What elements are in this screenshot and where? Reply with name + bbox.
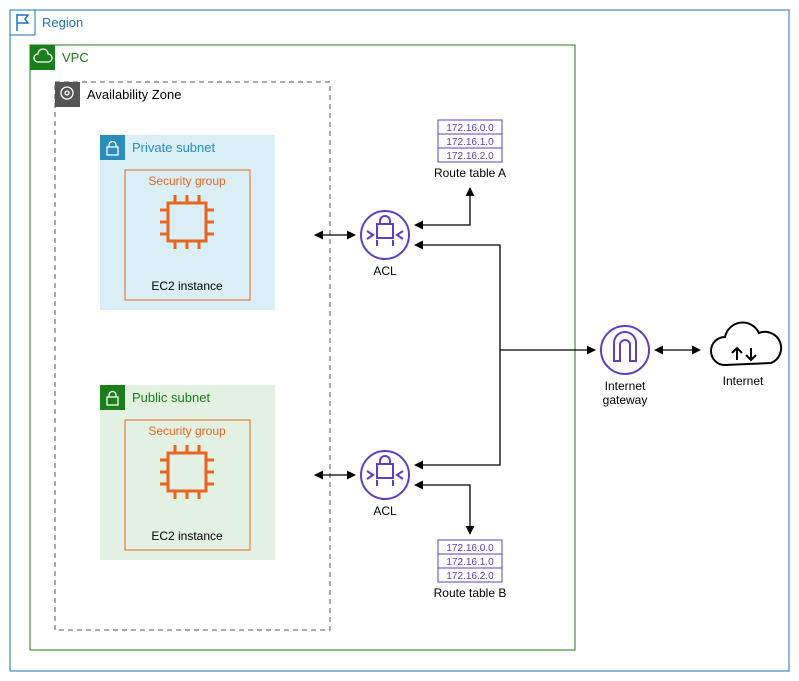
- route-table-a-label: Route table A: [434, 166, 506, 180]
- rta-entry-2: 172.16.2.0: [446, 151, 494, 162]
- region-box: Region: [10, 10, 789, 671]
- acl-bottom-label: ACL: [373, 504, 397, 518]
- private-subnet-label: Private subnet: [132, 140, 215, 155]
- igw-label-1: Internet: [605, 379, 646, 393]
- public-sg-label: Security group: [148, 424, 226, 438]
- rta-entry-1: 172.16.1.0: [446, 137, 494, 148]
- vpc-label: VPC: [62, 50, 89, 65]
- private-sg-label: Security group: [148, 174, 226, 188]
- internet-label: Internet: [723, 374, 764, 388]
- route-table-a: 172.16.0.0 172.16.1.0 172.16.2.0: [438, 120, 502, 162]
- route-table-b: 172.16.0.0 172.16.1.0 172.16.2.0: [438, 540, 502, 582]
- region-label: Region: [42, 15, 83, 30]
- public-ec2-label: EC2 instance: [151, 529, 223, 543]
- az-label: Availability Zone: [87, 87, 181, 102]
- rtb-entry-2: 172.16.2.0: [446, 571, 494, 582]
- route-table-b-label: Route table B: [434, 586, 507, 600]
- rta-entry-0: 172.16.0.0: [446, 123, 494, 134]
- public-subnet-label: Public subnet: [132, 390, 210, 405]
- acl-top-icon: [361, 211, 409, 259]
- rtb-entry-0: 172.16.0.0: [446, 543, 494, 554]
- rtb-entry-1: 172.16.1.0: [446, 557, 494, 568]
- acl-bottom-icon: [361, 451, 409, 499]
- private-ec2-label: EC2 instance: [151, 279, 223, 293]
- acl-top-label: ACL: [373, 264, 397, 278]
- internet-cloud-icon: [711, 323, 781, 365]
- igw-label-2: gateway: [603, 393, 648, 407]
- internet-gateway-icon: [601, 326, 649, 374]
